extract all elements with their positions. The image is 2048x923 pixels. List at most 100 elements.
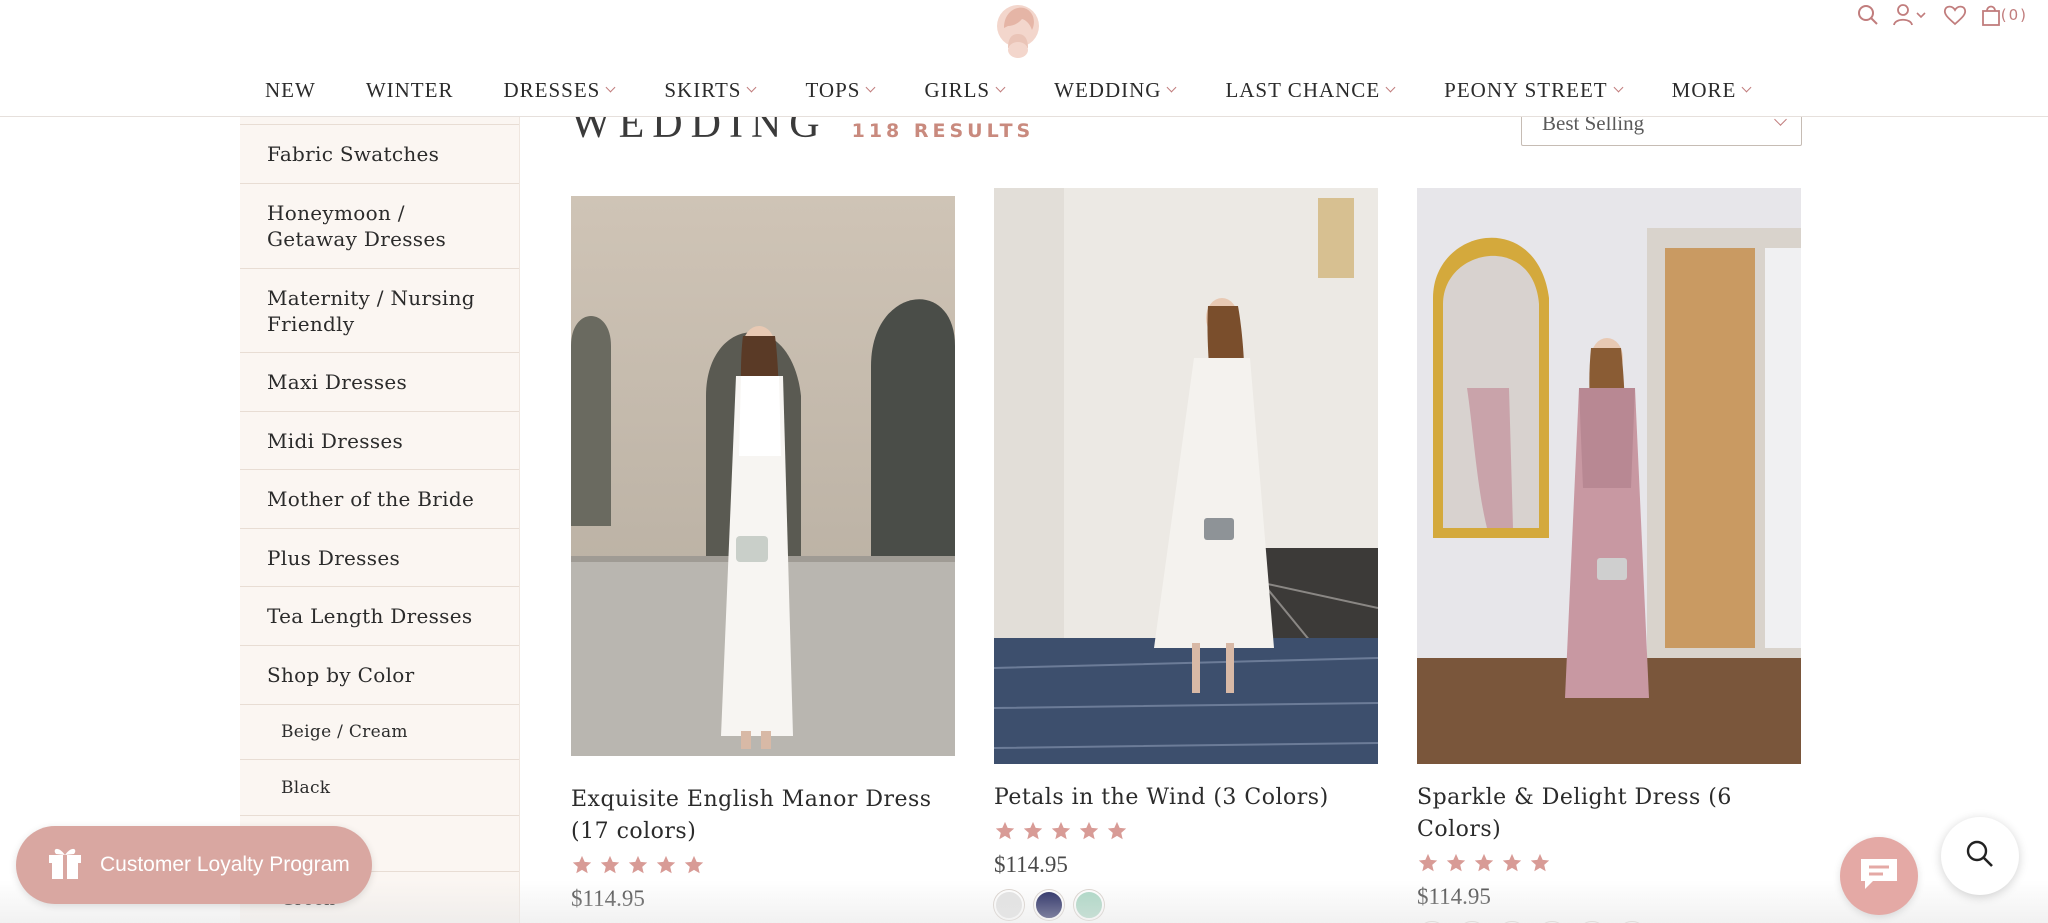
nav-label: SKIRTS — [664, 77, 742, 102]
chevron-down-icon — [1385, 82, 1396, 93]
sidebar-subitem-black[interactable]: Black — [240, 760, 519, 816]
chevron-down-icon — [865, 82, 876, 93]
sidebar-item-fabric-swatches[interactable]: Fabric Swatches — [240, 125, 519, 184]
nav-label: WEDDING — [1054, 77, 1162, 102]
sidebar-item-plus[interactable]: Plus Dresses — [240, 529, 519, 587]
sidebar-item-maternity[interactable]: Maternity / Nursing Friendly — [240, 269, 519, 353]
loyalty-program-button[interactable]: Customer Loyalty Program — [16, 826, 372, 904]
color-swatch[interactable] — [1034, 890, 1064, 920]
sidebar-subitem-beige[interactable]: Beige / Cream — [240, 705, 519, 760]
sidebar-item-label: Maternity / Nursing Friendly — [267, 285, 475, 336]
results-count: 118 RESULTS — [851, 120, 1035, 142]
star-icon — [1079, 821, 1099, 840]
account-icon[interactable] — [1892, 2, 1929, 28]
woman-silhouette-logo[interactable] — [994, 2, 1042, 60]
chevron-down-icon — [1741, 82, 1752, 93]
cart-icon[interactable]: (0) — [1981, 2, 2028, 28]
product-price: $114.95 — [1417, 884, 1491, 909]
sidebar-item-midi[interactable]: Midi Dresses — [240, 412, 519, 470]
product-image[interactable] — [994, 188, 1378, 764]
star-icon — [1446, 853, 1466, 872]
sidebar-item-tea-length[interactable]: Tea Length Dresses — [240, 587, 519, 646]
nav-tops[interactable]: TOPS — [805, 78, 876, 103]
nav-label: MORE — [1671, 77, 1737, 102]
nav-label: PEONY STREET — [1444, 77, 1608, 102]
product-price: $114.95 — [994, 852, 1068, 877]
product-card: Petals in the Wind (3 Colors) $114.95 — [994, 188, 1378, 920]
main-nav: NEW WINTER DRESSES SKIRTS TOPS GIRLS WED… — [265, 74, 1800, 106]
sidebar-item-label: Fabric Swatches — [267, 142, 440, 166]
product-card: Exquisite English Manor Dress (17 colors… — [571, 196, 955, 912]
nav-peony-street[interactable]: PEONY STREET — [1444, 77, 1624, 103]
nav-label: LAST CHANCE — [1225, 77, 1381, 102]
nav-label: DRESSES — [503, 77, 601, 102]
star-icon — [1051, 821, 1071, 840]
chevron-down-icon — [605, 82, 616, 93]
chat-button[interactable] — [1840, 837, 1918, 915]
chevron-down-icon — [1613, 82, 1624, 93]
nav-label: NEW — [265, 77, 316, 102]
star-icon — [1502, 853, 1522, 872]
category-sidebar: Fabric Swatches Honeymoon / Getaway Dres… — [240, 117, 520, 923]
sidebar-item-partial[interactable] — [240, 117, 519, 125]
chevron-down-icon — [1166, 82, 1177, 93]
nav-last-chance[interactable]: LAST CHANCE — [1225, 77, 1396, 103]
product-name[interactable]: Sparkle & Delight Dress (6 Colors) — [1417, 782, 1801, 846]
color-swatch[interactable] — [994, 890, 1024, 920]
heart-icon[interactable] — [1943, 2, 1967, 28]
search-icon[interactable] — [1857, 2, 1879, 28]
star-icon — [572, 855, 592, 874]
product-name[interactable]: Exquisite English Manor Dress (17 colors… — [571, 784, 955, 848]
search-icon — [1965, 839, 1995, 873]
nav-girls[interactable]: GIRLS — [924, 77, 1006, 103]
nav-label: WINTER — [365, 77, 454, 102]
nav-dresses[interactable]: DRESSES — [503, 77, 616, 103]
nav-more[interactable]: MORE — [1671, 77, 1752, 103]
star-icon — [1418, 853, 1438, 872]
sidebar-item-label: Maxi Dresses — [267, 370, 408, 394]
sidebar-item-label: Plus Dresses — [267, 545, 401, 570]
rating-stars — [1417, 852, 1801, 874]
sidebar-item-mother-of-bride[interactable]: Mother of the Bride — [240, 470, 519, 529]
site-header: (0) NEW WINTER DRESSES SKIRTS TOPS GIRLS… — [0, 0, 2048, 117]
chevron-down-icon — [995, 82, 1006, 93]
nav-wedding[interactable]: WEDDING — [1054, 77, 1177, 103]
color-swatch[interactable] — [1074, 890, 1104, 920]
product-card: Sparkle & Delight Dress (6 Colors) $114.… — [1417, 188, 1801, 923]
product-name[interactable]: Petals in the Wind (3 Colors) — [994, 782, 1378, 814]
sidebar-item-shop-by-color[interactable]: Shop by Color — [240, 646, 519, 705]
nav-label: GIRLS — [924, 77, 991, 102]
loyalty-label: Customer Loyalty Program — [100, 853, 350, 876]
sidebar-item-maxi[interactable]: Maxi Dresses — [240, 353, 519, 412]
cart-count: (0) — [2000, 6, 2028, 24]
star-icon — [600, 855, 620, 874]
nav-new[interactable]: NEW — [265, 78, 316, 103]
floating-search-button[interactable] — [1941, 817, 2019, 895]
sidebar-item-label: Tea Length Dresses — [267, 604, 473, 628]
sidebar-item-honeymoon[interactable]: Honeymoon / Getaway Dresses — [240, 184, 519, 269]
nav-winter[interactable]: WINTER — [366, 78, 454, 103]
sidebar-item-label: Honeymoon / Getaway Dresses — [267, 201, 447, 251]
sidebar-item-label: Mother of the Bride — [267, 487, 475, 511]
rating-stars — [994, 820, 1378, 842]
gift-icon — [46, 843, 84, 887]
product-price: $114.95 — [571, 886, 645, 911]
star-icon — [628, 855, 648, 874]
sidebar-subitem-label: Beige / Cream — [281, 722, 408, 742]
star-icon — [1023, 821, 1043, 840]
product-image[interactable] — [1417, 188, 1801, 764]
color-swatches — [994, 890, 1378, 920]
chat-bubble-icon — [1857, 855, 1901, 897]
sidebar-subitem-label: Black — [281, 777, 331, 798]
star-icon — [684, 855, 704, 874]
header-icons: (0) — [1857, 2, 2028, 28]
star-icon — [1474, 853, 1494, 872]
chevron-down-icon — [747, 82, 757, 93]
star-icon — [1530, 853, 1550, 872]
nav-skirts[interactable]: SKIRTS — [664, 77, 757, 103]
sidebar-item-label: Midi Dresses — [267, 428, 404, 453]
sidebar-item-label: Shop by Color — [267, 663, 415, 687]
star-icon — [995, 821, 1015, 840]
product-image[interactable] — [571, 196, 955, 756]
star-icon — [656, 855, 676, 874]
